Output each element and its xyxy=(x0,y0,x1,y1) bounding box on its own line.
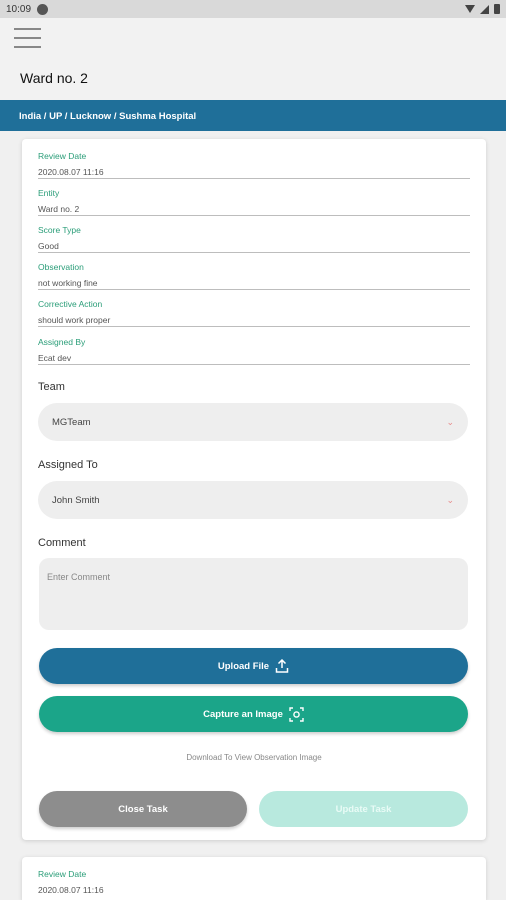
capture-image-label: Capture an Image xyxy=(203,708,283,720)
download-observation-image-link[interactable]: Download To View Observation Image xyxy=(22,753,486,762)
status-time: 10:09 xyxy=(6,3,32,15)
detail-label: Assigned By xyxy=(38,337,86,347)
assigned-to-dropdown[interactable]: John Smith ⌄ xyxy=(38,481,468,519)
detail-value: 2020.08.07 11:16 xyxy=(38,167,104,177)
task-card: Review Date 2020.08.07 11:16 Entity Ward… xyxy=(22,139,486,840)
detail-value: should work proper xyxy=(38,315,111,325)
status-icons xyxy=(465,4,500,14)
upload-file-button[interactable]: Upload File xyxy=(39,648,468,684)
notification-app-icon xyxy=(37,3,49,15)
detail-label: Score Type xyxy=(38,225,81,235)
detail-value: Ecat dev xyxy=(38,353,72,363)
assigned-to-selected: John Smith xyxy=(52,494,100,506)
comment-input[interactable]: Enter Comment xyxy=(39,558,468,630)
team-label: Team xyxy=(38,381,65,393)
detail-label: Corrective Action xyxy=(38,299,103,309)
menu-icon[interactable] xyxy=(14,28,41,48)
team-dropdown[interactable]: MGTeam ⌄ xyxy=(38,403,468,441)
wifi-icon xyxy=(465,5,475,13)
close-task-button[interactable]: Close Task xyxy=(39,791,247,827)
detail-label: Entity xyxy=(38,188,60,198)
status-bar: 10:09 xyxy=(0,0,506,18)
app-header: Ward no. 2 xyxy=(0,18,506,100)
detail-row-entity: Entity Ward no. 2 xyxy=(38,178,470,216)
camera-capture-icon xyxy=(289,706,304,722)
comment-placeholder: Enter Comment xyxy=(47,572,111,582)
capture-image-button[interactable]: Capture an Image xyxy=(39,696,468,732)
assigned-to-label: Assigned To xyxy=(38,459,98,471)
detail-value: 2020.08.07 11:16 xyxy=(38,885,104,895)
detail-label: Observation xyxy=(38,262,84,272)
detail-value: Good xyxy=(38,241,59,251)
update-task-button[interactable]: Update Task xyxy=(259,791,468,827)
task-card-next: Review Date 2020.08.07 11:16 xyxy=(22,857,486,900)
detail-value: not working fine xyxy=(38,278,98,288)
detail-row-score-type: Score Type Good xyxy=(38,215,470,253)
detail-label: Review Date xyxy=(38,869,87,879)
team-selected: MGTeam xyxy=(52,416,91,428)
upload-file-label: Upload File xyxy=(217,660,270,672)
chevron-down-icon: ⌄ xyxy=(446,494,454,505)
battery-icon xyxy=(494,4,500,14)
chevron-down-icon: ⌄ xyxy=(446,416,454,427)
detail-row-corrective-action: Corrective Action should work proper xyxy=(38,289,470,327)
comment-label: Comment xyxy=(38,537,86,549)
detail-row-assigned-by: Assigned By Ecat dev xyxy=(38,327,470,365)
detail-row-observation: Observation not working fine xyxy=(38,252,470,290)
page-title: Ward no. 2 xyxy=(20,70,88,86)
upload-icon xyxy=(275,659,289,673)
detail-label: Review Date xyxy=(38,151,87,161)
detail-value: Ward no. 2 xyxy=(38,204,80,214)
signal-icon xyxy=(480,4,489,14)
detail-row-review-date: Review Date 2020.08.07 11:16 xyxy=(38,141,470,179)
breadcrumb: India / UP / Lucknow / Sushma Hospital xyxy=(0,100,506,131)
